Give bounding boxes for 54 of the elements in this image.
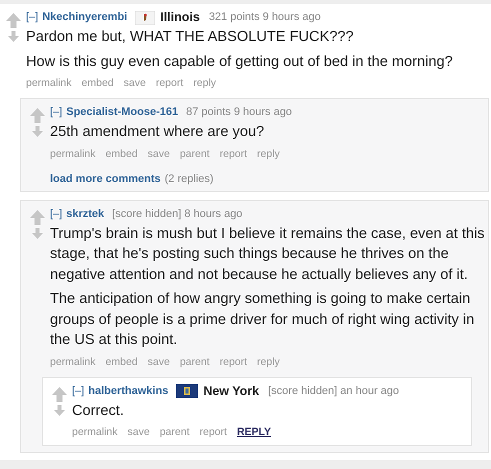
user-flair: New York (203, 384, 260, 398)
author-link[interactable]: Nkechinyerembi (42, 10, 128, 25)
upvote-icon[interactable] (30, 210, 44, 224)
action-link[interactable]: report (156, 77, 184, 90)
reply-count: (2 replies) (164, 172, 214, 184)
author-link[interactable]: skrztek (66, 206, 104, 222)
action-link[interactable]: reply (193, 77, 216, 90)
comment-text: 25th amendment where are you? (50, 123, 266, 142)
upvote-icon[interactable] (30, 108, 44, 123)
comment-text: Trump's brain is mush but I believe it remains the case, even at this stage, that he's posting such things because he thrives on the negative attention and not because he actually believes any of it. (50, 224, 486, 284)
downvote-icon[interactable] (54, 404, 64, 416)
downvote-icon[interactable] (32, 126, 42, 137)
action-link[interactable]: permalink (50, 148, 96, 160)
action-link[interactable]: save (124, 77, 146, 90)
action-link[interactable]: embed (106, 148, 138, 160)
downvote-icon[interactable] (8, 31, 18, 42)
upvote-icon[interactable] (6, 13, 20, 28)
user-flair: Illinois (160, 10, 200, 25)
comment-text: How is this guy even capable of getting out of bed in the morning? (26, 52, 454, 72)
action-link[interactable]: parent (180, 148, 210, 160)
load-more-link[interactable]: load more comments (50, 172, 161, 184)
comment-meta: [score hidden] an hour ago (268, 384, 400, 398)
action-link[interactable]: permalink (26, 77, 72, 90)
author-link[interactable]: halberthawkins (88, 384, 168, 398)
action-link[interactable]: embed (82, 77, 114, 90)
action-link[interactable]: reply (257, 356, 280, 368)
comment-meta: 321 points 9 hours ago (208, 10, 321, 25)
comment-meta: 87 points 9 hours ago (186, 105, 292, 120)
flag-icon (135, 10, 156, 24)
action-link[interactable]: parent (160, 426, 190, 439)
action-link[interactable]: permalink (72, 426, 118, 439)
comment-meta: [score hidden] 8 hours ago (112, 206, 242, 222)
action-link[interactable]: save (148, 356, 170, 368)
action-link[interactable]: report (220, 148, 248, 160)
action-link[interactable]: reply (257, 148, 280, 160)
action-link[interactable]: report (220, 356, 248, 368)
downvote-icon[interactable] (32, 228, 42, 238)
comment-text: The anticipation of how angry something is going to make certain groups of people is a prime driver for much of right wing activity in the US at this point. (50, 290, 476, 350)
collapse-link[interactable]: [–] (50, 206, 62, 222)
action-link[interactable]: save (128, 426, 150, 439)
action-link[interactable]: permalink (50, 356, 96, 368)
action-link[interactable]: REPLY (236, 426, 271, 439)
action-link[interactable]: embed (106, 356, 138, 368)
flag-icon (176, 384, 198, 398)
collapse-link[interactable]: [–] (50, 105, 62, 120)
author-link[interactable]: Specialist-Moose-161 (66, 105, 178, 120)
collapse-link[interactable]: [–] (26, 10, 38, 25)
upvote-icon[interactable] (52, 386, 66, 402)
action-link[interactable]: report (200, 426, 227, 439)
action-link[interactable]: save (148, 148, 170, 160)
comment-text: Pardon me but, WHAT THE ABSOLUTE FUCK??? (26, 28, 355, 47)
action-link[interactable]: parent (180, 356, 210, 368)
comment-text: Correct. (72, 402, 125, 420)
collapse-link[interactable]: [–] (72, 384, 84, 398)
